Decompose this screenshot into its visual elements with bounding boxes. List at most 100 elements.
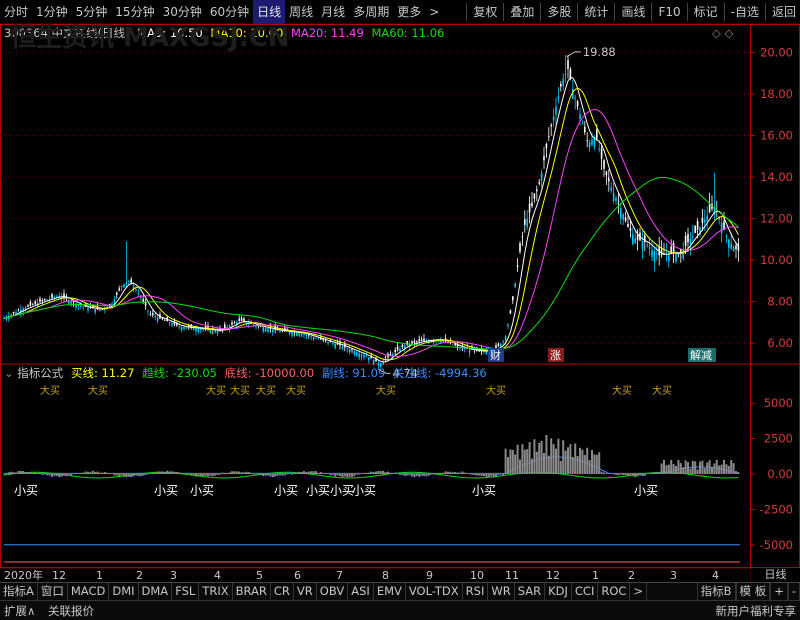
candle-body — [636, 234, 639, 240]
linked-quote-button[interactable]: 关联报价 — [48, 601, 94, 620]
candle-body — [365, 356, 368, 358]
indicator-tab-14[interactable]: RSI — [463, 583, 489, 600]
indicator-tab-13[interactable]: VOL-TDX — [406, 583, 463, 600]
date-tick: 4 — [712, 569, 719, 582]
date-tick: 6 — [294, 569, 301, 582]
indicator-tab-21[interactable]: 指标B — [696, 583, 736, 600]
chart-frame[interactable]: 恒生资讯 MAXGSJ.CN 20.00 18.00 16.00 14.00 12.00… — [0, 23, 800, 568]
toolbar-button-7[interactable]: -自选 — [727, 0, 763, 24]
candle-body — [687, 233, 689, 243]
candle-body — [358, 353, 360, 358]
period-tab-5[interactable]: 60分钟 — [206, 0, 253, 24]
price-tick-label: 20.00 — [760, 45, 793, 59]
candle-body — [267, 328, 269, 332]
candle-body — [94, 308, 96, 313]
big-buy-label: 大买 — [88, 384, 108, 397]
period-tab-8[interactable]: 月线 — [317, 0, 349, 24]
candle-body — [603, 160, 605, 169]
indicator-tab-23[interactable]: + — [770, 583, 788, 600]
candle-body — [632, 234, 634, 245]
new-user-benefit-link[interactable]: 新用户福利专享 — [716, 601, 797, 620]
period-tab-6[interactable]: 日线 — [253, 0, 286, 24]
candle-body — [404, 345, 406, 348]
toolbar-divider — [577, 3, 579, 21]
indicator-tab-1[interactable]: 窗口 — [38, 583, 68, 600]
toolbar-button-4[interactable]: 画线 — [617, 0, 649, 24]
indicator-name[interactable]: 指标公式 — [17, 366, 63, 380]
indicator-tab-20[interactable]: > — [630, 583, 648, 600]
indicator-tab-7[interactable]: BRAR — [233, 583, 271, 600]
more-arrow-icon[interactable]: > — [425, 0, 443, 24]
candle-body — [536, 189, 538, 192]
candle-body — [588, 142, 591, 148]
indicator-tab-11[interactable]: ASI — [348, 583, 374, 600]
indicator-tab-22[interactable]: 模 板 — [735, 583, 771, 600]
toolbar-button-8[interactable]: 返回 — [768, 0, 800, 24]
indicator-tick-label: 5000 — [764, 396, 793, 410]
period-tab-0[interactable]: 分时 — [0, 0, 32, 24]
candle-body — [622, 214, 624, 220]
indicator-tab-8[interactable]: CR — [271, 583, 294, 600]
candle-body — [128, 281, 130, 283]
candle-body — [327, 341, 329, 344]
expand-button[interactable]: 扩展∧ — [4, 601, 35, 620]
indicator-tab-16[interactable]: SAR — [515, 583, 546, 600]
period-tab-1[interactable]: 1分钟 — [32, 0, 72, 24]
indicator-toggle-icon[interactable]: ⌄ — [4, 366, 14, 380]
indicator-tab-15[interactable]: WR — [488, 583, 515, 600]
candle-body — [214, 330, 216, 333]
candle-body — [574, 98, 576, 99]
indicator-tab-2[interactable]: MACD — [68, 583, 110, 600]
toolbar-button-2[interactable]: 多股 — [543, 0, 575, 24]
toolbar-button-3[interactable]: 统计 — [580, 0, 612, 24]
candle-body — [224, 324, 226, 329]
toolbar-divider — [764, 3, 766, 21]
indicator-tab-6[interactable]: TRIX — [199, 583, 233, 600]
period-tab-10[interactable]: 更多 — [393, 0, 425, 24]
candle-body — [696, 220, 699, 230]
toolbar-button-5[interactable]: F10 — [654, 0, 684, 24]
indicator-tab-4[interactable]: DMA — [139, 583, 173, 600]
date-period-label[interactable]: 日线 — [750, 568, 800, 582]
candle-body — [653, 251, 656, 262]
indicator-tab-12[interactable]: EMV — [374, 583, 406, 600]
candle-body — [512, 296, 514, 301]
candle-body — [617, 202, 620, 204]
candle-body — [334, 343, 336, 348]
indicator-tab-5[interactable]: FSL — [172, 583, 200, 600]
period-tab-2[interactable]: 5分钟 — [72, 0, 112, 24]
indicator-tab-10[interactable]: OBV — [317, 583, 349, 600]
indicator-tab-9[interactable]: VR — [294, 583, 317, 600]
indicator-tab-3[interactable]: DMI — [109, 583, 139, 600]
candle-body — [298, 332, 300, 336]
toolbar-button-0[interactable]: 复权 — [469, 0, 501, 24]
candle-body — [516, 265, 519, 268]
candle-body — [192, 328, 195, 331]
candle-body — [152, 313, 154, 316]
toolbar-button-1[interactable]: 叠加 — [506, 0, 538, 24]
indicator-tab-24[interactable]: - — [787, 583, 800, 600]
candle-body — [531, 202, 533, 207]
indicator-tab-18[interactable]: CCI — [572, 583, 599, 600]
price-tick-label: 18.00 — [760, 87, 793, 101]
candle-body — [608, 177, 610, 182]
period-tab-7[interactable]: 周线 — [285, 0, 317, 24]
period-tab-9[interactable]: 多周期 — [349, 0, 393, 24]
date-axis: 2020年 12 1 2 3 4 5 6 7 8 9 10 11 12 1 2 3 4 — [0, 568, 750, 582]
indicator-tab-19[interactable]: ROC — [598, 583, 631, 600]
indicator-tabs: 指标A 窗口 MACD DMI DMA FSL TRIX BRAR CR VR OBV ASI EMV V… — [0, 582, 800, 600]
candle-body — [41, 300, 44, 301]
toolbar-button-6[interactable]: 标记 — [690, 0, 722, 24]
high-price-label: 19.88 — [583, 45, 616, 59]
indicator-tab-17[interactable]: KDJ — [545, 583, 572, 600]
candle-body — [509, 310, 512, 314]
candle-body — [538, 182, 540, 184]
candle-body — [596, 129, 598, 139]
candle-body — [164, 320, 166, 321]
candle-body — [706, 215, 708, 221]
period-tab-3[interactable]: 15分钟 — [111, 0, 158, 24]
period-tab-4[interactable]: 30分钟 — [159, 0, 206, 24]
big-buy-label: 大买 — [652, 384, 672, 397]
indicator-tab-0[interactable]: 指标A — [0, 583, 38, 600]
chart-svg[interactable]: 恒生资讯 MAXGSJ.CN 20.00 18.00 16.00 14.00 12.00… — [0, 23, 800, 568]
